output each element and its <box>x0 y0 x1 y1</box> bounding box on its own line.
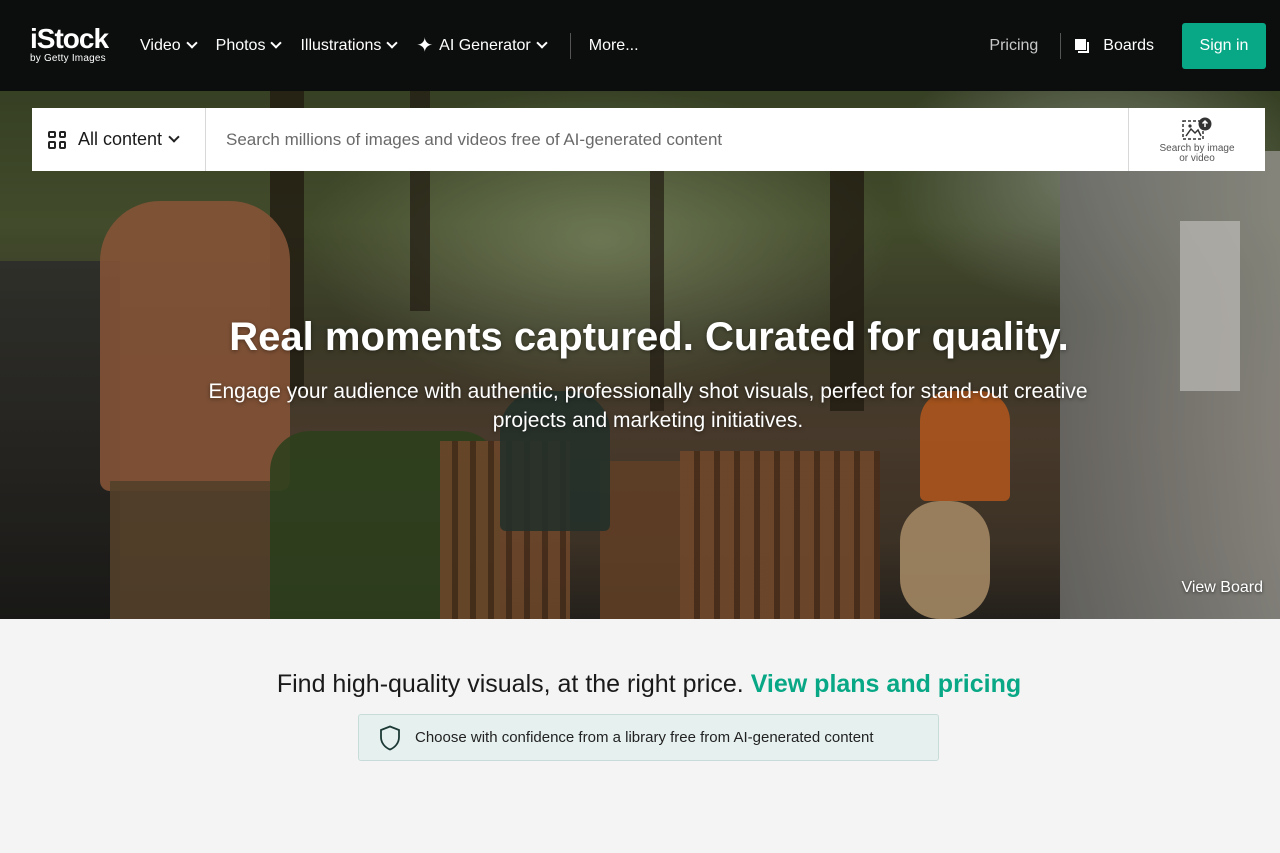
pricing-promo: Find high-quality visuals, at the right … <box>0 670 1280 699</box>
chevron-down-icon <box>536 37 548 49</box>
chevron-down-icon <box>386 37 399 49</box>
hero-title: Real moments captured. Curated for quali… <box>229 315 1069 359</box>
nav-divider <box>1060 32 1062 59</box>
sparkle-icon: ✦ <box>416 34 434 57</box>
nav-video-label: Video <box>140 36 181 54</box>
nav-video[interactable]: Video <box>140 36 198 55</box>
boards-link[interactable]: Boards <box>1075 37 1154 55</box>
search-by-image-label: Search by image <box>1159 142 1235 154</box>
top-nav: iStock by Getty Images Video Photos Illu… <box>0 0 1280 91</box>
boards-icon <box>1075 38 1090 53</box>
grid-icon <box>48 130 66 149</box>
logo-tagline: by Getty Images <box>30 53 106 64</box>
promo-text: Find high-quality visuals, at the right … <box>276 670 744 698</box>
nav-ai-generator-label: AI Generator <box>439 36 531 54</box>
sign-in-button[interactable]: Sign in <box>1182 22 1266 69</box>
pricing-link[interactable]: Pricing <box>989 37 1038 55</box>
chevron-down-icon <box>270 37 283 49</box>
logo-wordmark: iStock <box>30 23 109 54</box>
nav-photos[interactable]: Photos <box>215 36 283 55</box>
chevron-down-icon <box>185 37 198 49</box>
nav-more[interactable]: More... <box>589 37 639 55</box>
view-board-link[interactable]: View Board <box>1181 579 1263 597</box>
search-by-image-label-2: or video <box>1179 152 1215 164</box>
ai-free-badge-text: Choose with confidence from a library fr… <box>415 729 874 746</box>
boards-label: Boards <box>1103 36 1154 54</box>
shield-icon <box>380 725 400 750</box>
image-upload-icon <box>1182 117 1212 140</box>
search-by-image-button[interactable]: Search by image or video <box>1128 108 1265 171</box>
nav-photos-label: Photos <box>215 36 266 54</box>
search-bar: All content Search by image or video <box>32 108 1265 171</box>
primary-nav: Video Photos Illustrations ✦ AI Generato… <box>140 0 659 91</box>
istock-logo[interactable]: iStock by Getty Images <box>30 23 109 64</box>
ai-free-badge: Choose with confidence from a library fr… <box>358 714 939 761</box>
nav-illustrations-label: Illustrations <box>300 36 382 54</box>
content-type-label: All content <box>78 129 163 149</box>
nav-divider <box>569 32 571 59</box>
search-input[interactable] <box>206 108 1128 171</box>
chevron-down-icon <box>168 131 180 143</box>
nav-ai-generator[interactable]: ✦ AI Generator <box>416 34 548 57</box>
nav-illustrations[interactable]: Illustrations <box>300 36 399 55</box>
view-plans-link[interactable]: View plans and pricing <box>751 670 1021 698</box>
hero-subtitle: Engage your audience with authentic, pro… <box>208 380 1088 432</box>
content-type-select[interactable]: All content <box>32 108 206 171</box>
account-nav: Pricing Boards Sign in <box>989 0 1266 91</box>
